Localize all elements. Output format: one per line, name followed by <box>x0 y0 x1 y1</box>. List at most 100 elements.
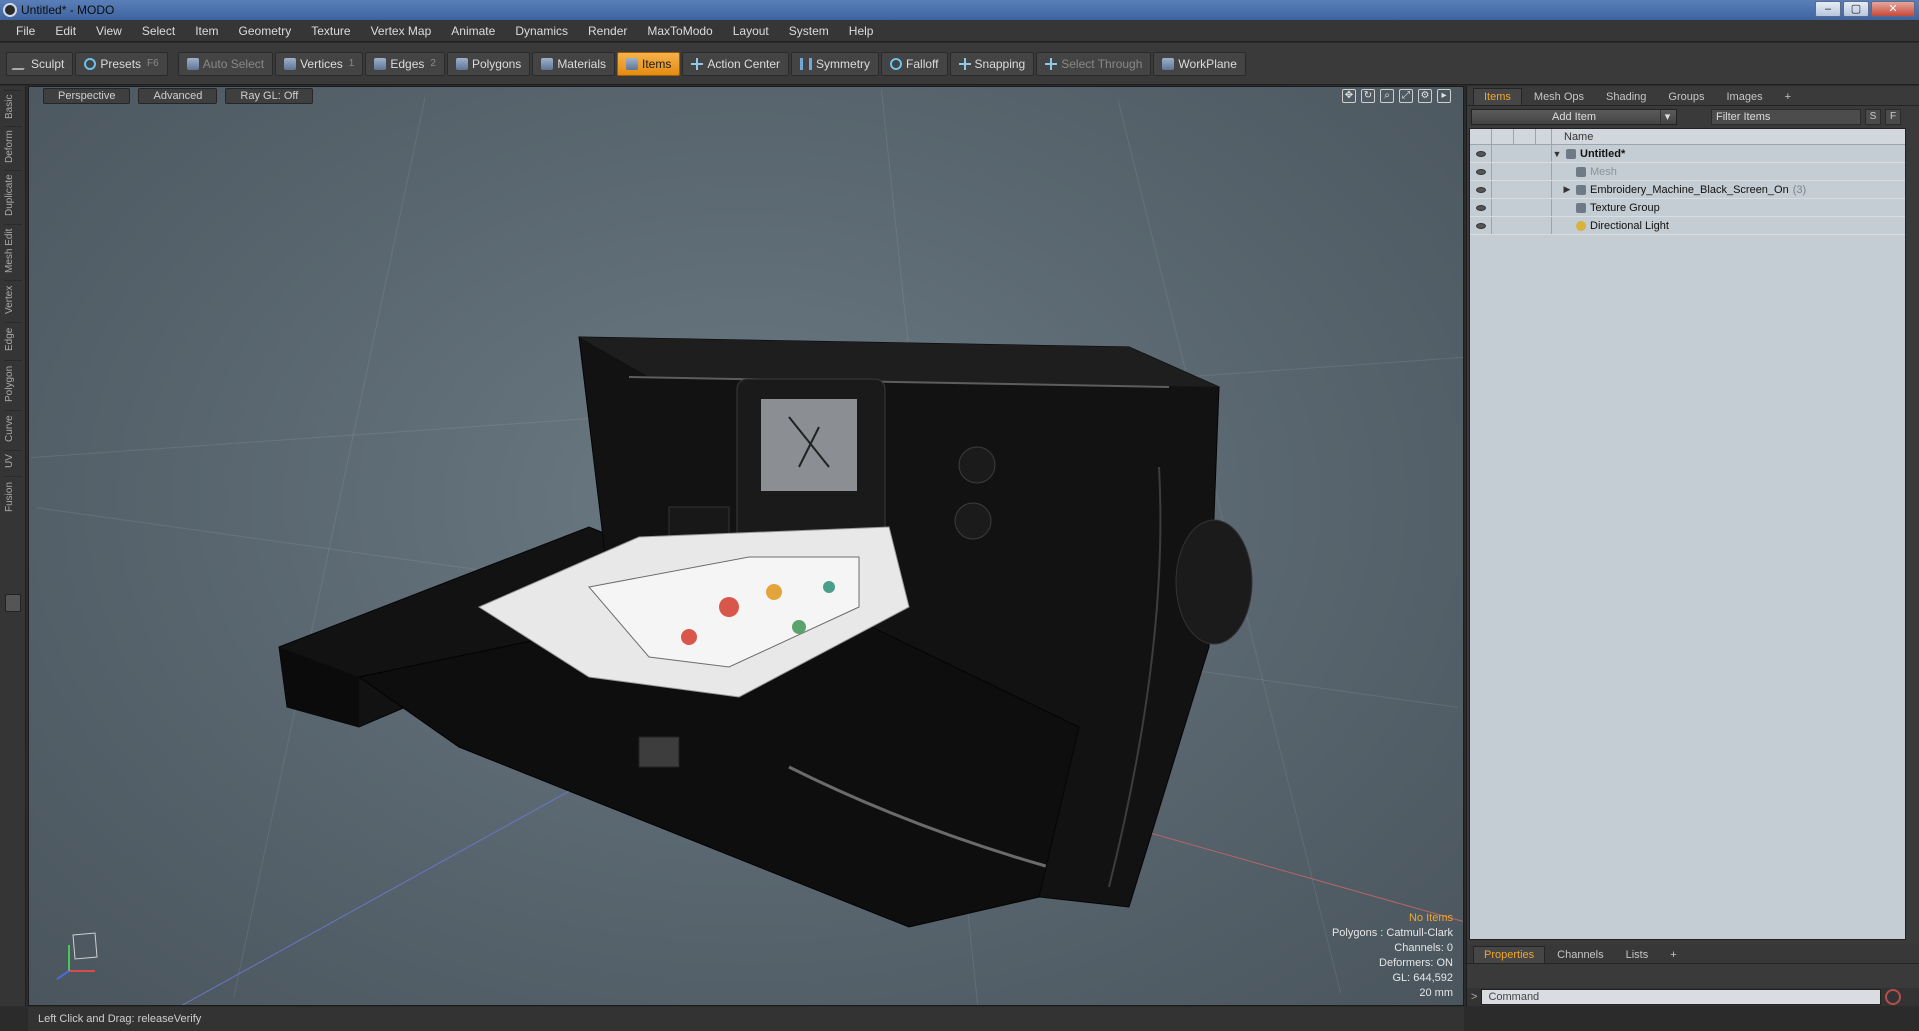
close-button[interactable]: ✕ <box>1871 1 1915 17</box>
expand-triangle-icon[interactable]: ▼ <box>1552 149 1562 159</box>
tab-curve[interactable]: Curve <box>4 410 22 446</box>
edges-button[interactable]: Edges 2 <box>365 51 445 76</box>
tab-channels[interactable]: Channels <box>1547 947 1613 963</box>
falloff-icon <box>890 57 903 70</box>
tab-properties[interactable]: Properties <box>1473 946 1546 963</box>
texture-group-name: Texture Group <box>1590 201 1660 214</box>
vertices-icon <box>284 57 297 70</box>
materials-label: Materials <box>557 56 606 71</box>
flower-red <box>719 597 739 617</box>
sculpt-label: Sculpt <box>31 56 65 71</box>
tab-polygon[interactable]: Polygon <box>4 360 22 406</box>
tab-edge[interactable]: Edge <box>4 322 22 356</box>
menu-system[interactable]: System <box>779 20 839 42</box>
select-through-button[interactable]: Select Through <box>1036 51 1152 76</box>
maximize-button[interactable]: ▢ <box>1843 1 1869 17</box>
properties-tabs: Properties Channels Lists + <box>1467 944 1919 964</box>
eye-icon[interactable] <box>1470 145 1492 162</box>
3d-viewport[interactable]: Perspective Advanced Ray GL: Off ✥ ↻ ⌕ ⤢… <box>28 86 1464 1006</box>
tab-groups[interactable]: Groups <box>1658 89 1714 105</box>
eye-icon[interactable] <box>1470 181 1492 198</box>
presets-button[interactable]: Presets F6 <box>75 51 168 76</box>
list-item[interactable]: ▼ Untitled* <box>1470 145 1905 163</box>
menu-layout[interactable]: Layout <box>723 20 779 42</box>
menu-file[interactable]: File <box>6 20 45 42</box>
tab-vertex[interactable]: Vertex <box>4 280 22 318</box>
symmetry-button[interactable]: Symmetry <box>791 51 880 76</box>
auto-select-button[interactable]: Auto Select <box>177 51 274 76</box>
tab-mesh-edit[interactable]: Mesh Edit <box>4 224 22 276</box>
tab-lists[interactable]: Lists <box>1616 947 1659 963</box>
left-tool-tabs: Basic Deform Duplicate Mesh Edit Vertex … <box>0 86 26 1006</box>
menu-animate[interactable]: Animate <box>441 20 505 42</box>
tab-basic[interactable]: Basic <box>4 90 22 122</box>
tab-shading[interactable]: Shading <box>1596 89 1656 105</box>
filter-f-button[interactable]: F <box>1885 109 1901 125</box>
menu-vertex-map[interactable]: Vertex Map <box>361 20 442 42</box>
window-controls: – ▢ ✕ <box>1815 1 1915 17</box>
polygons-button[interactable]: Polygons <box>446 51 531 76</box>
edges-icon <box>374 57 387 70</box>
list-item[interactable]: Mesh <box>1470 163 1905 181</box>
items-icon <box>626 57 638 70</box>
filter-items-input[interactable]: Filter Items <box>1711 109 1861 125</box>
menu-help[interactable]: Help <box>839 20 884 42</box>
group-icon <box>1576 184 1586 195</box>
add-properties-tab-button[interactable]: + <box>1660 947 1686 963</box>
menu-texture[interactable]: Texture <box>301 20 360 42</box>
workplane-label: WorkPlane <box>1178 56 1237 71</box>
falloff-label: Falloff <box>906 56 939 71</box>
sculpt-button[interactable]: Sculpt <box>6 51 74 76</box>
command-history-icon[interactable] <box>1885 989 1902 1005</box>
list-item[interactable]: Directional Light <box>1470 217 1905 235</box>
menu-view[interactable]: View <box>86 20 132 42</box>
add-tab-button[interactable]: + <box>1775 89 1801 105</box>
tab-mesh-ops[interactable]: Mesh Ops <box>1524 89 1594 105</box>
eye-icon[interactable] <box>1470 217 1492 234</box>
visibility-column[interactable] <box>1470 129 1492 144</box>
eye-icon[interactable] <box>1470 163 1492 180</box>
panel-toggle-button[interactable] <box>5 594 21 612</box>
menu-dynamics[interactable]: Dynamics <box>505 20 578 42</box>
command-input[interactable]: Command <box>1481 989 1882 1005</box>
tab-images[interactable]: Images <box>1717 89 1773 105</box>
menu-select[interactable]: Select <box>132 20 185 42</box>
materials-button[interactable]: Materials <box>532 51 615 76</box>
leaf-teal <box>823 581 835 593</box>
vertices-button[interactable]: Vertices 1 <box>275 51 364 76</box>
action-center-button[interactable]: Action Center <box>682 51 790 76</box>
menu-edit[interactable]: Edit <box>45 20 86 42</box>
tab-uv[interactable]: UV <box>4 450 22 472</box>
command-prompt-icon: > <box>1471 991 1478 1003</box>
workplane-button[interactable]: WorkPlane <box>1153 51 1246 76</box>
falloff-button[interactable]: Falloff <box>881 51 948 76</box>
filter-s-button[interactable]: S <box>1865 109 1881 125</box>
expand-triangle-icon[interactable]: ▶ <box>1562 184 1572 195</box>
reference-column[interactable] <box>1514 129 1536 144</box>
tab-deform[interactable]: Deform <box>4 126 22 166</box>
name-column-header[interactable]: Name <box>1552 131 1593 143</box>
minimize-button[interactable]: – <box>1815 1 1841 17</box>
polygons-info: Polygons : Catmull-Clark <box>1331 927 1453 939</box>
tab-fusion[interactable]: Fusion <box>4 476 22 516</box>
vertices-label: Vertices <box>300 56 343 71</box>
lock-column[interactable] <box>1492 129 1514 144</box>
tab-items[interactable]: Items <box>1473 88 1522 105</box>
flower-orange <box>766 584 782 600</box>
menu-geometry[interactable]: Geometry <box>229 20 302 42</box>
items-button[interactable]: Items <box>617 51 681 76</box>
menu-render[interactable]: Render <box>578 20 637 42</box>
add-item-dropdown[interactable]: Add Item ▾ <box>1471 109 1677 125</box>
scale-info: 20 mm <box>1419 987 1453 999</box>
title-bar: Untitled* - MODO – ▢ ✕ <box>0 0 1919 20</box>
list-item-name: ▶ Embroidery_Machine_Black_Screen_On (3) <box>1552 184 1807 196</box>
snapping-button[interactable]: Snapping <box>949 51 1035 76</box>
list-item[interactable]: ▶ Embroidery_Machine_Black_Screen_On (3) <box>1470 181 1905 199</box>
list-item[interactable]: Texture Group <box>1470 199 1905 217</box>
tab-duplicate[interactable]: Duplicate <box>4 170 22 220</box>
menu-item[interactable]: Item <box>185 20 228 42</box>
menu-maxtomodo[interactable]: MaxToModo <box>637 20 722 42</box>
eye-icon[interactable] <box>1470 199 1492 216</box>
light-icon <box>1576 220 1586 231</box>
list-item-name: Texture Group <box>1552 202 1660 214</box>
